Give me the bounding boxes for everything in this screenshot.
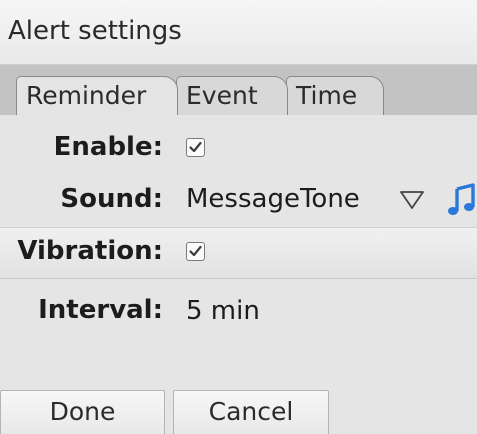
sound-row: Sound: MessageTone (0, 181, 477, 221)
done-button[interactable]: Done (0, 390, 165, 434)
vibration-label: Vibration: (17, 236, 163, 266)
reminder-panel: Enable: Sound: MessageTone Vibration: In… (0, 115, 477, 434)
dropdown-triangle-icon[interactable] (399, 189, 425, 211)
enable-checkbox[interactable] (186, 138, 205, 157)
tab-time-label: Time (296, 81, 358, 110)
checkmark-icon (189, 141, 202, 153)
tab-reminder[interactable]: Reminder (16, 76, 178, 115)
tab-reminder-label: Reminder (26, 81, 147, 110)
cancel-button[interactable]: Cancel (173, 390, 329, 434)
tab-event-label: Event (186, 81, 258, 110)
window-title: Alert settings (8, 16, 182, 46)
button-bar: Done Cancel (0, 390, 477, 434)
vibration-row: Vibration: (0, 227, 477, 279)
interval-select[interactable]: 5 min (186, 296, 260, 326)
interval-label: Interval: (38, 295, 163, 325)
vibration-checkbox[interactable] (186, 242, 205, 261)
title-bar: Alert settings (0, 0, 477, 65)
sound-select[interactable]: MessageTone (186, 184, 360, 214)
checkmark-icon (189, 245, 202, 257)
tab-time[interactable]: Time (286, 76, 384, 115)
tab-event[interactable]: Event (176, 76, 288, 115)
music-note-icon[interactable] (447, 183, 477, 217)
interval-row: Interval: 5 min (0, 291, 477, 331)
tab-strip: Reminder Event Time (0, 65, 477, 115)
enable-row: Enable: (0, 132, 477, 166)
enable-label: Enable: (53, 132, 163, 162)
sound-label: Sound: (60, 184, 163, 214)
